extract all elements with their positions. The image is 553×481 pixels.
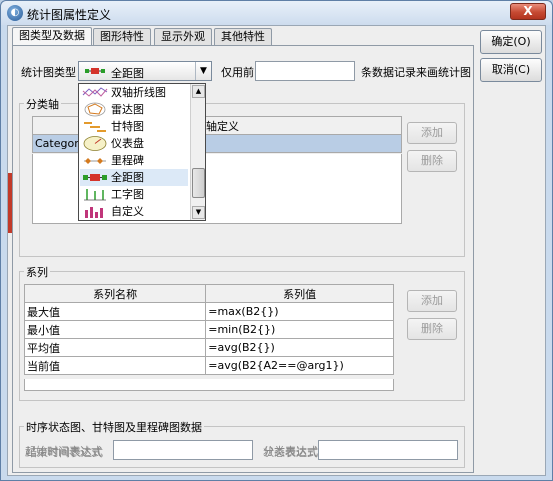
list-item[interactable]: 全距图 (80, 169, 188, 186)
series-group: 系列 系列名称 系列值 最大值 =max(B2{}) 最小值 =min(B2{}… (19, 264, 465, 401)
list-item[interactable]: 双轴折线图 (80, 84, 188, 101)
timing-title: 时序状态图、甘特图及里程碑图数据 (24, 419, 204, 435)
list-item[interactable]: 雷达图 (80, 101, 188, 118)
scroll-down-icon[interactable]: ▼ (192, 206, 205, 219)
category-delete-button[interactable]: 删除 (407, 150, 457, 172)
range-chart-icon (83, 174, 107, 181)
series-value-cell[interactable]: =min(B2{}) (205, 320, 394, 339)
series-value-header: 系列值 (205, 284, 394, 303)
custom-chart-icon (85, 207, 103, 218)
series-name-cell[interactable]: 当前值 (23, 356, 207, 375)
tab-graph-properties[interactable]: 图形特性 (93, 28, 151, 45)
app-icon: ◐ (7, 5, 23, 21)
record-count-input[interactable] (255, 61, 355, 81)
status-expr-label: 状态表达式 (263, 446, 318, 459)
ok-button[interactable]: 确定(O) (480, 30, 542, 54)
end-time-input[interactable] (113, 440, 253, 460)
dialog-window: ◐ 统计图属性定义 X 图类型及数据 图形特性 显示外观 其他特性 确定(O) … (0, 0, 553, 481)
scroll-up-icon[interactable]: ▲ (192, 85, 205, 98)
series-value-cell[interactable]: =avg(B2{}) (205, 338, 394, 357)
series-table: 系列名称 系列值 最大值 =max(B2{}) 最小值 =min(B2{}) 平… (23, 284, 394, 375)
tab-chart-type-data[interactable]: 图类型及数据 (12, 27, 92, 46)
gantt-chart-icon (84, 122, 106, 132)
series-value-cell[interactable]: =avg(B2{A2==@arg1}) (205, 356, 394, 375)
table-row[interactable]: 最小值 =min(B2{}) (23, 320, 394, 339)
table-row[interactable]: 当前值 =avg(B2{A2==@arg1}) (23, 356, 394, 375)
range-chart-icon (85, 68, 105, 74)
window-title: 统计图属性定义 (27, 8, 112, 22)
dropdown-scrollbar[interactable]: ▲ ▼ (190, 84, 205, 220)
category-add-button[interactable]: 添加 (407, 122, 457, 144)
gauge-chart-icon (83, 136, 107, 151)
title-bar[interactable]: ◐ 统计图属性定义 X (1, 1, 552, 25)
only-before-label: 仅用前 (221, 66, 254, 79)
list-item[interactable]: 甘特图 (80, 118, 188, 135)
chart-type-combo[interactable]: 全距图 ▼ (78, 61, 212, 81)
chevron-down-icon[interactable]: ▼ (195, 62, 211, 80)
milestone-chart-icon (84, 158, 106, 164)
series-value-cell[interactable]: =max(B2{}) (205, 302, 394, 321)
series-delete-button[interactable]: 删除 (407, 318, 457, 340)
end-time-label: 结束时间表达式 (26, 446, 103, 459)
list-item[interactable]: 自定义 (80, 203, 188, 220)
chart-type-value: 全距图 (111, 67, 144, 80)
tab-other-properties[interactable]: 其他特性 (214, 28, 272, 45)
radar-chart-icon (84, 102, 106, 117)
i-bar-chart-icon (84, 189, 106, 201)
chart-type-dropdown-list[interactable]: 双轴折线图 雷达图 甘特图 仪表盘 里程碑 全距图 工字图 自定义 ▲ ▼ (78, 83, 206, 221)
record-count-suffix: 条数据记录来画统计图 (361, 66, 471, 79)
series-table-body (24, 379, 394, 391)
dialog-client: 图类型及数据 图形特性 显示外观 其他特性 确定(O) 取消(C) 统计图类型 … (7, 25, 546, 476)
series-name-cell[interactable]: 平均值 (23, 338, 207, 357)
series-name-cell[interactable]: 最大值 (23, 302, 207, 321)
cancel-button[interactable]: 取消(C) (480, 58, 542, 82)
tab-display-appearance[interactable]: 显示外观 (154, 28, 212, 45)
series-name-header: 系列名称 (23, 284, 207, 303)
category-axis-title: 分类轴 (24, 96, 61, 112)
series-add-button[interactable]: 添加 (407, 290, 457, 312)
table-row[interactable]: 平均值 =avg(B2{}) (23, 338, 394, 357)
chart-type-label: 统计图类型 (21, 66, 76, 79)
list-item[interactable]: 仪表盘 (80, 135, 188, 152)
series-name-cell[interactable]: 最小值 (23, 320, 207, 339)
list-item[interactable]: 工字图 (80, 186, 188, 203)
close-button[interactable]: X (510, 3, 546, 20)
series-title: 系列 (24, 264, 50, 280)
status-expr-input[interactable] (318, 440, 458, 460)
list-item[interactable]: 里程碑 (80, 152, 188, 169)
dual-axis-line-chart-icon (82, 87, 108, 97)
table-row[interactable]: 最大值 =max(B2{}) (23, 302, 394, 321)
scroll-thumb[interactable] (192, 168, 205, 198)
